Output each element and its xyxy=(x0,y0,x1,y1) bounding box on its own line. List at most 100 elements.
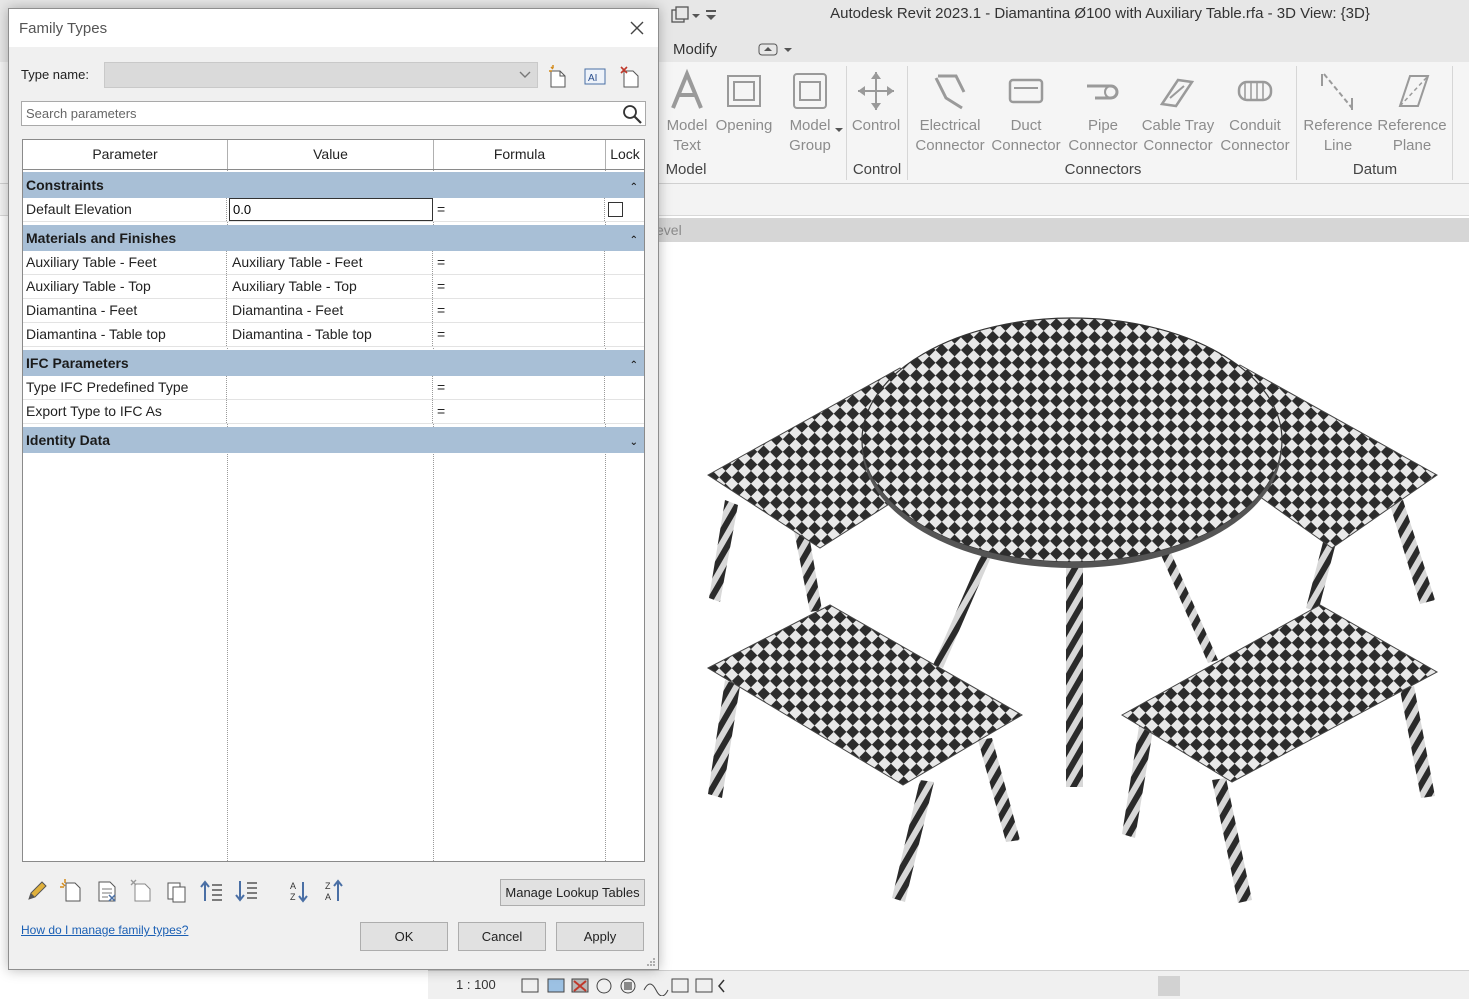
view-scale[interactable]: 1 : 100 xyxy=(456,977,496,992)
sort-ascending-icon[interactable]: A Z xyxy=(285,877,313,905)
duct-connector-tool[interactable]: Duct Connector xyxy=(989,68,1063,156)
model-text-icon xyxy=(671,68,703,109)
pipe-connector-tool[interactable]: Pipe Connector xyxy=(1066,68,1140,156)
switch-windows-icon[interactable] xyxy=(668,6,708,26)
move-down-icon[interactable] xyxy=(233,877,261,905)
family-types-dialog: Family Types Type name: AI Parameter Val… xyxy=(8,8,659,970)
value-cell[interactable]: Diamantina - Table top xyxy=(228,323,433,346)
sort-descending-icon[interactable]: Z A xyxy=(320,877,348,905)
edit-parameter-icon[interactable] xyxy=(23,877,51,905)
default-elevation-value-input[interactable] xyxy=(229,198,433,221)
manage-lookup-tables-button[interactable]: Manage Lookup Tables xyxy=(500,879,645,906)
delete-parameter-icon[interactable] xyxy=(93,877,121,905)
ribbon-group-model: Model xyxy=(665,161,707,178)
header-parameter[interactable]: Parameter xyxy=(23,140,228,169)
reference-plane-icon xyxy=(1398,75,1430,107)
table-row: Auxiliary Table - Feet Auxiliary Table -… xyxy=(23,251,644,275)
new-parameter-icon[interactable] xyxy=(58,877,86,905)
type-name-dropdown[interactable] xyxy=(104,62,538,88)
cable-tray-connector-tool[interactable]: Cable Tray Connector xyxy=(1140,68,1216,156)
control-label: Control xyxy=(851,117,901,134)
header-value[interactable]: Value xyxy=(228,140,434,169)
svg-text:Z: Z xyxy=(325,881,331,891)
rename-type-icon[interactable]: AI xyxy=(582,63,608,89)
conduit-connector-tool[interactable]: Conduit Connector xyxy=(1218,68,1292,156)
resize-grip-icon[interactable] xyxy=(646,957,656,967)
ok-button[interactable]: OK xyxy=(360,922,448,951)
search-icon[interactable] xyxy=(621,103,643,125)
value-cell[interactable]: Diamantina - Feet xyxy=(228,299,433,322)
tab-modify[interactable]: Modify xyxy=(673,41,717,58)
apply-button[interactable]: Apply xyxy=(556,922,644,951)
horizontal-scrollbar-thumb[interactable] xyxy=(1158,976,1180,996)
app-title: Autodesk Revit 2023.1 - Diamantina Ø100 … xyxy=(830,5,1370,22)
model-group-label: Model Group xyxy=(789,117,831,154)
grid-header: Parameter Value Formula Lock xyxy=(23,140,644,170)
group-materials-and-finishes[interactable]: Materials and Finishes ⌃ xyxy=(23,225,644,251)
table-row: Diamantina - Table top Diamantina - Tabl… xyxy=(23,323,644,347)
formula-cell[interactable]: = xyxy=(434,198,605,221)
reference-plane-label: Reference Plane xyxy=(1377,117,1447,154)
formula-cell[interactable]: = xyxy=(434,299,605,322)
formula-cell[interactable]: = xyxy=(434,376,605,399)
control-tool[interactable]: Control xyxy=(848,68,904,136)
help-link[interactable]: How do I manage family types? xyxy=(21,923,188,937)
model-group-tool[interactable]: Model Group xyxy=(784,68,836,156)
reference-plane-tool[interactable]: Reference Plane xyxy=(1374,68,1450,156)
opening-label: Opening xyxy=(715,117,773,134)
table-row: Auxiliary Table - Top Auxiliary Table - … xyxy=(23,275,644,299)
new-type-icon[interactable] xyxy=(545,63,571,89)
delete-type-icon[interactable] xyxy=(617,63,643,89)
header-lock[interactable]: Lock xyxy=(606,140,644,169)
group-identity-data[interactable]: Identity Data ⌄ xyxy=(23,427,644,453)
group-ifc-parameters[interactable]: IFC Parameters ⌃ xyxy=(23,350,644,376)
group-constraints[interactable]: Constraints ⌃ xyxy=(23,172,644,198)
paste-parameter-icon[interactable] xyxy=(163,877,191,905)
cable-tray-connector-label: Cable Tray Connector xyxy=(1141,117,1215,154)
header-formula[interactable]: Formula xyxy=(434,140,606,169)
group-title: Identity Data xyxy=(26,432,111,448)
parameter-name: Diamantina - Feet xyxy=(23,299,227,322)
table-row: Export Type to IFC As = xyxy=(23,400,644,424)
dialog-title-bar[interactable]: Family Types xyxy=(9,9,658,47)
model-text-tool[interactable]: Model Text xyxy=(664,68,710,156)
dialog-title: Family Types xyxy=(19,20,108,37)
contextual-tab-dropdown-icon[interactable] xyxy=(758,42,794,58)
formula-cell[interactable]: = xyxy=(434,275,605,298)
svg-text:AI: AI xyxy=(588,73,597,84)
group-title: IFC Parameters xyxy=(26,355,129,371)
view-control-icons[interactable] xyxy=(520,976,730,996)
reference-line-tool[interactable]: Reference Line xyxy=(1300,68,1376,156)
parameter-name: Default Elevation xyxy=(23,198,227,221)
lock-checkbox[interactable] xyxy=(608,202,623,217)
table-row: Default Elevation = xyxy=(23,198,644,222)
opening-tool[interactable]: Opening xyxy=(712,68,776,136)
copy-parameter-icon[interactable] xyxy=(128,877,156,905)
chevron-down-icon[interactable] xyxy=(835,126,843,134)
value-cell[interactable] xyxy=(228,400,433,423)
duct-connector-icon xyxy=(1008,78,1044,104)
model-text-label: Model Text xyxy=(666,117,708,154)
search-parameters-input[interactable] xyxy=(22,102,620,125)
ribbon-separator xyxy=(1296,66,1297,180)
expand-icon: ⌄ xyxy=(629,437,638,448)
svg-text:Z: Z xyxy=(290,892,296,902)
pipe-connector-icon xyxy=(1087,84,1119,100)
formula-cell[interactable]: = xyxy=(434,251,605,274)
value-cell[interactable]: Auxiliary Table - Feet xyxy=(228,251,433,274)
move-up-icon[interactable] xyxy=(198,877,226,905)
formula-cell[interactable]: = xyxy=(434,400,605,423)
qat-customize-icon[interactable] xyxy=(704,6,720,26)
parameters-grid: Parameter Value Formula Lock Constraints… xyxy=(22,139,645,862)
parameter-name: Diamantina - Table top xyxy=(23,323,227,346)
electrical-connector-tool[interactable]: Electrical Connector xyxy=(913,68,987,156)
close-icon[interactable] xyxy=(624,15,650,41)
value-cell[interactable]: Auxiliary Table - Top xyxy=(228,275,433,298)
value-cell[interactable] xyxy=(228,376,433,399)
formula-cell[interactable]: = xyxy=(434,323,605,346)
cancel-button[interactable]: Cancel xyxy=(458,922,546,951)
table-model-render xyxy=(706,317,1439,903)
3d-viewport[interactable] xyxy=(640,242,1469,970)
control-arrows-icon xyxy=(858,72,894,110)
reference-line-label: Reference Line xyxy=(1303,117,1373,154)
